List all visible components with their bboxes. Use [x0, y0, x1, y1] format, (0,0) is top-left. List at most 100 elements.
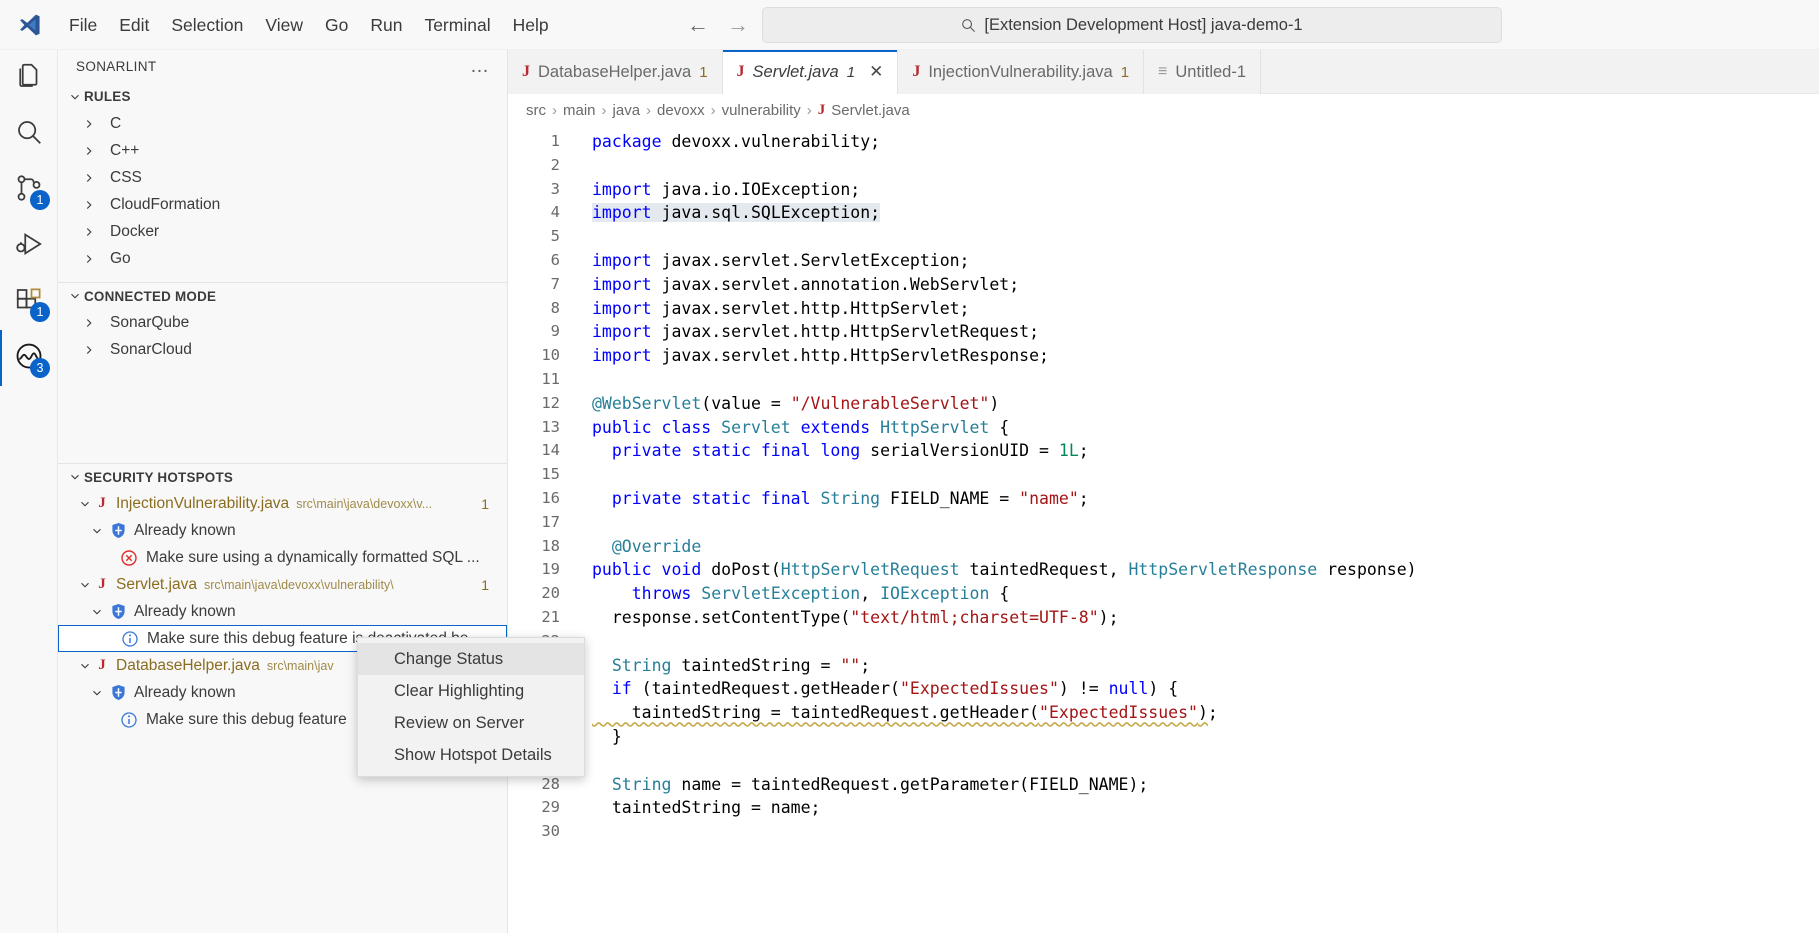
code-line-text[interactable]: import javax.servlet.ServletException; [580, 249, 1819, 273]
code-line-text[interactable]: import javax.servlet.http.HttpServletRes… [580, 344, 1819, 368]
breadcrumb-item[interactable]: main [563, 102, 596, 119]
menu-bar: File Edit Selection View Go Run Terminal… [58, 0, 560, 50]
code-line-text[interactable]: import java.io.IOException; [580, 178, 1819, 202]
menu-terminal[interactable]: Terminal [413, 10, 501, 40]
context-menu-item-change-status[interactable]: Change Status [358, 643, 584, 675]
rule-item-cpp[interactable]: C++ [58, 137, 507, 164]
code-line-text[interactable]: taintedString = taintedRequest.getHeader… [580, 701, 1819, 725]
sidebar-more-actions-icon[interactable]: … [470, 57, 489, 76]
hotspot-group-row[interactable]: Already known [58, 598, 507, 625]
hotspot-group-row[interactable]: Already known [58, 517, 507, 544]
code-token: taintedString = taintedRequest.getHeader… [592, 703, 1040, 723]
menu-run[interactable]: Run [359, 10, 413, 40]
code-line-text[interactable]: package devoxx.vulnerability; [580, 130, 1819, 154]
code-line-text[interactable]: import java.sql.SQLException; [580, 201, 1819, 225]
sidebar-title-label: SONARLINT [76, 59, 157, 74]
menu-file[interactable]: File [58, 10, 108, 40]
code-token: (value = [701, 393, 791, 413]
code-line-text[interactable]: public void doPost(HttpServletRequest ta… [580, 558, 1819, 582]
connected-mode-item-sonarcloud[interactable]: SonarCloud [58, 336, 507, 363]
hotspot-group-label: Already known [134, 683, 236, 701]
activitybar-explorer[interactable] [0, 50, 58, 106]
chevron-down-icon [88, 522, 106, 540]
menu-go[interactable]: Go [314, 10, 359, 40]
code-line-text[interactable]: throws ServletException, IOException { [580, 582, 1819, 606]
line-number: 13 [541, 417, 560, 436]
breadcrumb-item[interactable]: vulnerability [722, 102, 801, 119]
code-line-text[interactable]: if (taintedRequest.getHeader("ExpectedIs… [580, 677, 1819, 701]
close-icon[interactable]: ✕ [869, 62, 883, 82]
code-token: ; [1078, 441, 1089, 461]
hotspot-file-row[interactable]: J InjectionVulnerability.java src\main\j… [58, 490, 507, 517]
breadcrumb-item[interactable]: Servlet.java [831, 102, 909, 119]
line-number: 16 [541, 488, 560, 507]
code-line: 26 } [508, 725, 1819, 749]
code-line-text[interactable]: String taintedString = ""; [580, 654, 1819, 678]
code-token: javax.servlet.ServletException; [661, 250, 970, 270]
untitled-file-icon: ≡ [1158, 63, 1168, 80]
line-number: 17 [541, 512, 560, 531]
breadcrumb-item[interactable]: src [526, 102, 546, 119]
activitybar-search[interactable] [0, 106, 58, 162]
connected-mode-tree[interactable]: SonarQube SonarCloud [58, 309, 507, 463]
line-number: 15 [541, 465, 560, 484]
back-arrow-icon[interactable]: ← [686, 12, 710, 38]
forward-arrow-icon[interactable]: → [726, 12, 750, 38]
code-token: taintedString = name; [592, 798, 821, 818]
activitybar-source-control[interactable]: 1 [0, 162, 58, 218]
tab-servlet-java[interactable]: J Servlet.java 1 ✕ [722, 50, 899, 94]
code-token: IOException [880, 584, 990, 604]
code-line-text[interactable]: response.setContentType("text/html;chars… [580, 606, 1819, 630]
tab-injectionvulnerability-java[interactable]: J InjectionVulnerability.java 1 [898, 50, 1145, 94]
code-token: import [592, 250, 662, 270]
code-line-text[interactable]: taintedString = name; [580, 796, 1819, 820]
section-header-connected-mode[interactable]: CONNECTED MODE [58, 282, 507, 309]
section-header-security-hotspots[interactable]: SECURITY HOTSPOTS [58, 463, 507, 490]
code-line-text[interactable]: public class Servlet extends HttpServlet… [580, 416, 1819, 440]
menu-selection[interactable]: Selection [160, 10, 254, 40]
menu-view[interactable]: View [254, 10, 314, 40]
rule-item-docker[interactable]: Docker [58, 218, 507, 245]
code-line-text[interactable]: @WebServlet(value = "/VulnerableServlet"… [580, 392, 1819, 416]
search-icon [961, 18, 976, 33]
code-token: javax.servlet.http.HttpServletRequest; [661, 322, 1040, 342]
code-editor[interactable]: 1 package devoxx.vulnerability; 2 3 import j… [508, 126, 1819, 931]
breadcrumb-separator-icon: › [552, 101, 557, 119]
code-line-text[interactable]: import javax.servlet.annotation.WebServl… [580, 273, 1819, 297]
code-line-text[interactable]: @Override [580, 535, 1819, 559]
rule-item-go[interactable]: Go [58, 245, 507, 272]
context-menu-item-show-hotspot-details[interactable]: Show Hotspot Details [358, 739, 584, 771]
connected-mode-item-sonarqube[interactable]: SonarQube [58, 309, 507, 336]
section-header-rules[interactable]: RULES [58, 83, 507, 110]
rule-item-c[interactable]: C [58, 110, 507, 137]
rules-tree[interactable]: C C++ CSS CloudFormation Docker Go [58, 110, 507, 282]
tab-databasehelper-java[interactable]: J DatabaseHelper.java 1 [508, 50, 723, 94]
code-line-text[interactable]: import javax.servlet.http.HttpServlet; [580, 297, 1819, 321]
activitybar-sonarlint[interactable]: 3 [0, 330, 58, 386]
breadcrumb-item[interactable]: devoxx [657, 102, 705, 119]
command-center[interactable]: [Extension Development Host] java-demo-1 [762, 7, 1502, 43]
context-menu-item-review-on-server[interactable]: Review on Server [358, 707, 584, 739]
menu-help[interactable]: Help [502, 10, 560, 40]
rule-item-cloudformation[interactable]: CloudFormation [58, 191, 507, 218]
code-line-text[interactable]: String name = taintedRequest.getParamete… [580, 773, 1819, 797]
hotspot-issue-label: Make sure using a dynamically formatted … [146, 548, 480, 566]
search-icon [14, 117, 44, 152]
line-number: 8 [550, 298, 560, 317]
code-token: taintedRequest, [959, 560, 1129, 580]
activitybar-extensions[interactable]: 1 [0, 274, 58, 330]
code-line-text[interactable]: } [580, 725, 1819, 749]
tab-count: 1 [699, 63, 708, 81]
hotspot-file-row[interactable]: J Servlet.java src\main\java\devoxx\vuln… [58, 571, 507, 598]
code-line-text[interactable]: import javax.servlet.http.HttpServletReq… [580, 320, 1819, 344]
menu-edit[interactable]: Edit [108, 10, 160, 40]
rule-item-css[interactable]: CSS [58, 164, 507, 191]
code-line-text[interactable]: private static final String FIELD_NAME =… [580, 487, 1819, 511]
code-line-text[interactable]: private static final long serialVersionU… [580, 439, 1819, 463]
activitybar-run-and-debug[interactable] [0, 218, 58, 274]
editor-tab-bar: J DatabaseHelper.java 1 J Servlet.java 1… [508, 50, 1819, 94]
hotspot-issue-row[interactable]: Make sure using a dynamically formatted … [58, 544, 507, 571]
context-menu-item-clear-highlighting[interactable]: Clear Highlighting [358, 675, 584, 707]
breadcrumb-item[interactable]: java [613, 102, 641, 119]
tab-untitled-1[interactable]: ≡ Untitled-1 [1144, 50, 1262, 94]
